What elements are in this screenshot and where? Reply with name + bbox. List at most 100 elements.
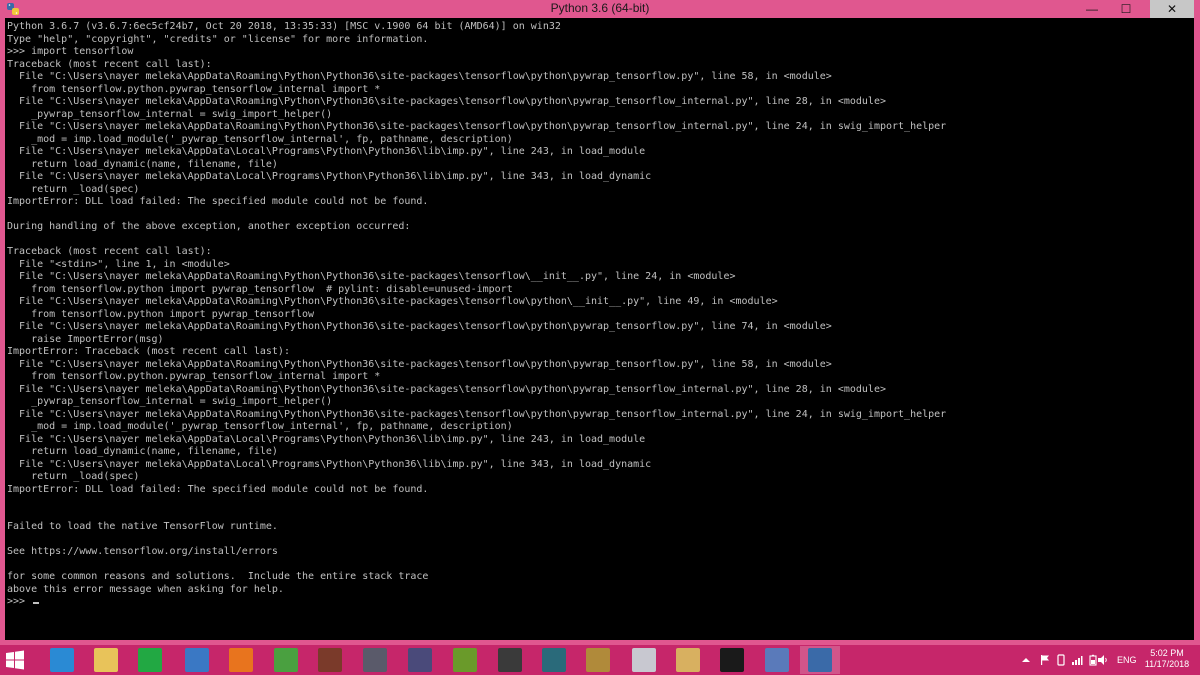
console-line: _mod = imp.load_module('_pywrap_tensorfl…	[7, 421, 513, 432]
remote-desktop-icon	[185, 648, 209, 672]
console-line: Python 3.6.7 (v3.6.7:6ec5cf24b7, Oct 20 …	[7, 21, 561, 32]
chevron-up-icon[interactable]	[1020, 654, 1032, 666]
console-line: Type "help", "copyright", "credits" or "…	[7, 33, 429, 45]
console-line: ImportError: Traceback (most recent call…	[7, 346, 290, 357]
taskbar-mail-app-button[interactable]	[624, 646, 664, 674]
text-cursor	[33, 602, 40, 604]
device-icon[interactable]	[1055, 654, 1067, 666]
taskbar-game-character-3-button[interactable]	[445, 646, 485, 674]
console-line: return load_dynamic(name, filename, file…	[7, 158, 278, 170]
console-line: from tensorflow.python import pywrap_ten…	[7, 283, 513, 295]
console-text: Python 3.6.7 (v3.6.7:6ec5cf24b7, Oct 20 …	[7, 21, 1194, 609]
league-client-icon	[586, 648, 610, 672]
game-helmet-icon	[363, 648, 387, 672]
console-line: from tensorflow.python.pywrap_tensorflow…	[7, 83, 381, 95]
console-line: ImportError: DLL load failed: The specif…	[7, 196, 429, 207]
console-line: File "C:\Users\nayer meleka\AppData\Roam…	[7, 408, 947, 420]
console-line: Traceback (most recent call last):	[7, 58, 212, 70]
console-line: return load_dynamic(name, filename, file…	[7, 446, 278, 457]
console-line: File "C:\Users\nayer meleka\AppData\Roam…	[7, 383, 886, 395]
system-tray: ENG 5:02 PM 11/17/2018	[1015, 645, 1200, 675]
console-output[interactable]: Python 3.6.7 (v3.6.7:6ec5cf24b7, Oct 20 …	[5, 18, 1194, 640]
taskbar-internet-explorer-button[interactable]	[42, 646, 82, 674]
command-prompt-icon	[720, 648, 744, 672]
console-line: Traceback (most recent call last):	[7, 246, 212, 257]
console-line: During handling of the above exception, …	[7, 221, 411, 232]
globe-app-icon	[274, 648, 298, 672]
console-line: File "C:\Users\nayer meleka\AppData\Loca…	[7, 458, 652, 470]
console-line: File "C:\Users\nayer meleka\AppData\Roam…	[7, 121, 947, 132]
console-line: return _load(spec)	[7, 471, 140, 482]
taskbar-league-client-button[interactable]	[578, 646, 618, 674]
console-line: ImportError: DLL load failed: The specif…	[7, 483, 429, 495]
title-bar[interactable]: Python 3.6 (64-bit) — ☐ ✕	[0, 0, 1200, 18]
minimize-button[interactable]: —	[1077, 0, 1107, 18]
console-line: return _load(spec)	[7, 183, 140, 195]
console-line: File "C:\Users\nayer meleka\AppData\Loca…	[7, 171, 652, 182]
taskbar: ENG 5:02 PM 11/17/2018	[0, 645, 1200, 675]
close-button[interactable]: ✕	[1150, 0, 1194, 18]
console-line: File "C:\Users\nayer meleka\AppData\Loca…	[7, 146, 646, 157]
taskbar-league-app-button[interactable]	[534, 646, 574, 674]
language-indicator[interactable]: ENG	[1117, 655, 1137, 665]
console-line: File "C:\Users\nayer meleka\AppData\Roam…	[7, 321, 832, 332]
internet-explorer-icon	[50, 648, 74, 672]
taskbar-game-helmet-button[interactable]	[355, 646, 395, 674]
clock-time: 5:02 PM	[1150, 648, 1184, 658]
console-line: Failed to load the native TensorFlow run…	[7, 521, 278, 532]
console-line: File "C:\Users\nayer meleka\AppData\Loca…	[7, 433, 646, 445]
taskbar-store-button[interactable]	[130, 646, 170, 674]
taskbar-game-character-1-button[interactable]	[310, 646, 350, 674]
volume-icon[interactable]	[1097, 654, 1109, 666]
windows-start-icon[interactable]	[5, 650, 25, 670]
taskbar-python-app-button[interactable]	[800, 646, 840, 674]
taskbar-file-explorer-button[interactable]	[86, 646, 126, 674]
taskbar-firefox-button[interactable]	[221, 646, 261, 674]
console-line: File "C:\Users\nayer meleka\AppData\Roam…	[7, 71, 832, 82]
python-console-window: Python 3.6 (64-bit) — ☐ ✕ Python 3.6.7 (…	[0, 0, 1200, 645]
taskbar-network-app-button[interactable]	[757, 646, 797, 674]
console-line: from tensorflow.python.pywrap_tensorflow…	[7, 371, 381, 382]
window-title: Python 3.6 (64-bit)	[550, 1, 650, 15]
taskbar-notepad-app-button[interactable]	[668, 646, 708, 674]
taskbar-command-prompt-button[interactable]	[712, 646, 752, 674]
console-line: _pywrap_tensorflow_internal = swig_impor…	[7, 396, 333, 407]
network-icon[interactable]	[1071, 654, 1083, 666]
maximize-button[interactable]: ☐	[1111, 0, 1141, 18]
firefox-icon	[229, 648, 253, 672]
store-icon	[138, 648, 162, 672]
game-character-1-icon	[318, 648, 342, 672]
taskbar-game-character-2-button[interactable]	[400, 646, 440, 674]
console-line: File "C:\Users\nayer meleka\AppData\Roam…	[7, 296, 778, 307]
game-character-3-icon	[453, 648, 477, 672]
taskbar-globe-app-button[interactable]	[266, 646, 306, 674]
taskbar-remote-desktop-button[interactable]	[177, 646, 217, 674]
console-line: See https://www.tensorflow.org/install/e…	[7, 546, 278, 557]
maximize-icon: ☐	[1120, 2, 1132, 16]
python-app-icon	[808, 648, 832, 672]
calendar-app-icon	[498, 648, 522, 672]
console-line: File "C:\Users\nayer meleka\AppData\Roam…	[7, 271, 736, 282]
console-line: File "C:\Users\nayer meleka\AppData\Roam…	[7, 358, 832, 370]
console-line: for some common reasons and solutions. I…	[7, 571, 429, 582]
console-line: above this error message when asking for…	[7, 583, 284, 595]
flag-icon[interactable]	[1039, 654, 1051, 666]
file-explorer-icon	[94, 648, 118, 672]
game-character-2-icon	[408, 648, 432, 672]
console-line: _mod = imp.load_module('_pywrap_tensorfl…	[7, 133, 513, 145]
console-line: >>> import tensorflow	[7, 46, 134, 57]
console-line: from tensorflow.python import pywrap_ten…	[7, 308, 315, 320]
taskbar-calendar-app-button[interactable]	[490, 646, 530, 674]
console-line: >>>	[7, 596, 1194, 609]
league-app-icon	[542, 648, 566, 672]
mail-app-icon	[632, 648, 656, 672]
clock[interactable]: 5:02 PM 11/17/2018	[1142, 648, 1192, 670]
console-line: File "C:\Users\nayer meleka\AppData\Roam…	[7, 96, 886, 107]
notepad-app-icon	[676, 648, 700, 672]
